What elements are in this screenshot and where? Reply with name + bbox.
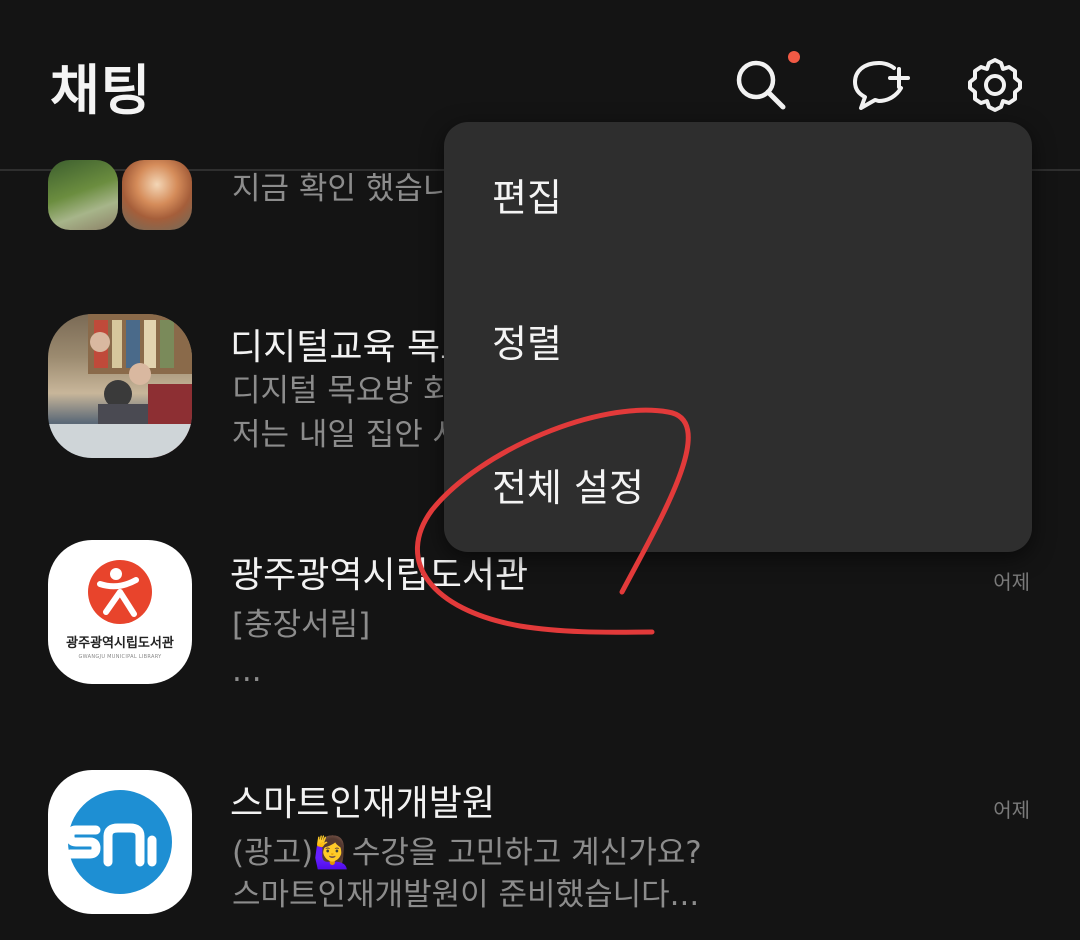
avatar	[122, 160, 192, 230]
chat-preview: 디지털 목요방 회	[232, 373, 452, 409]
chat-preview: ...	[232, 653, 262, 689]
avatar	[48, 314, 192, 458]
new-chat-icon[interactable]	[846, 50, 916, 120]
library-logo-subtext: GWANGJU MUNICIPAL LIBRARY	[78, 654, 162, 660]
overflow-menu: 편집 정렬 전체 설정	[444, 122, 1032, 552]
chat-row[interactable]: 스마트인재개발원 (광고)🙋‍♀️수강을 고민하고 계신가요? 스마트인재개발원…	[0, 768, 1080, 938]
library-logo-text: 광주광역시립도서관	[66, 636, 174, 651]
notification-dot	[788, 51, 800, 63]
chat-preview: (광고)🙋‍♀️수강을 고민하고 계신가요?	[232, 835, 702, 871]
chat-time: 어제	[993, 798, 1030, 822]
menu-item-all-settings[interactable]: 전체 설정	[444, 414, 1032, 554]
gear-icon[interactable]	[960, 50, 1030, 120]
academy-logo	[48, 770, 192, 914]
library-logo: 광주광역시립도서관 GWANGJU MUNICIPAL LIBRARY	[48, 540, 192, 684]
chat-preview: 지금 확인 했습니	[232, 171, 452, 207]
chat-row[interactable]: 광주광역시립도서관 GWANGJU MUNICIPAL LIBRARY 광주광역…	[0, 540, 1080, 700]
menu-item-sort[interactable]: 정렬	[444, 270, 1032, 410]
avatar	[48, 160, 118, 230]
chat-name: 디지털교육 목요	[230, 327, 474, 368]
chat-preview: 저는 내일 집안 사	[232, 417, 462, 453]
chat-name: 스마트인재개발원	[230, 783, 495, 824]
chat-time: 어제	[993, 570, 1030, 594]
search-icon[interactable]	[726, 50, 796, 120]
chat-preview: [충장서림]	[232, 607, 371, 643]
menu-item-edit[interactable]: 편집	[444, 124, 1032, 264]
chat-preview: 스마트인재개발원이 준비했습니다...	[232, 877, 700, 913]
page-title: 채팅	[50, 59, 152, 122]
chat-screen: 채팅 지금 확인 했습니 디지털교육 목요 디지털 목요방 회 저는 내일 집안…	[0, 0, 1080, 940]
